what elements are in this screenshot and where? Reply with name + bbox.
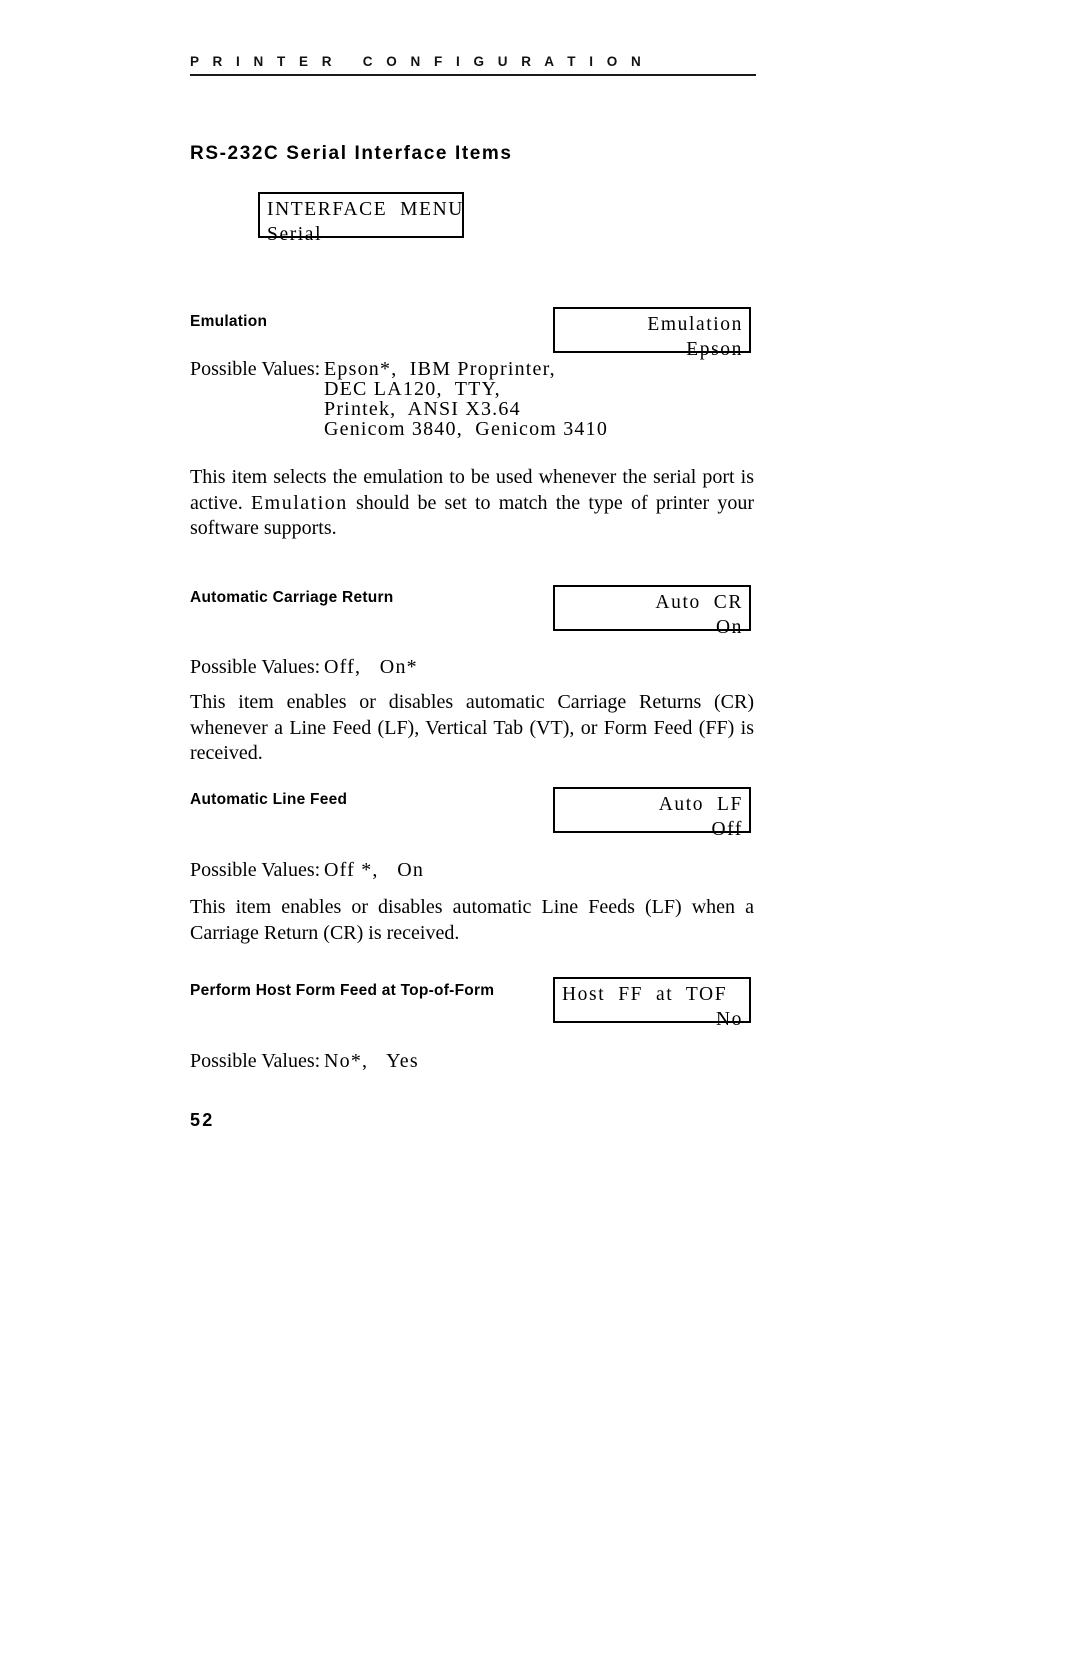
lcd-line-1: Emulation: [647, 314, 743, 335]
possible-values-emulation: Possible Values: Epson*, IBM Proprinter, …: [190, 359, 608, 439]
possible-values-line: Epson*, IBM Proprinter,: [324, 358, 556, 380]
possible-values-label: Possible Values:: [190, 358, 321, 380]
possible-values-line: Genicom 3840, Genicom 3410: [324, 418, 609, 440]
lcd-line-2: On: [715, 617, 743, 638]
running-head: P R I N T E R C O N F I G U R A T I O N: [190, 54, 756, 76]
running-head-text: P R I N T E R C O N F I G U R A T I O N: [190, 54, 646, 69]
description-emphasis: Emulation: [250, 491, 348, 514]
item-heading-automatic-carriage-return: Automatic Carriage Return: [190, 589, 394, 606]
lcd-display-host-ff-at-tof: Host FF at TOF No: [553, 977, 751, 1030]
description-emulation: This item selects the emulation to be us…: [190, 465, 754, 542]
possible-values-line: Off, On*: [324, 656, 418, 678]
lcd-line-1: Auto CR: [655, 592, 743, 613]
possible-values-label: Possible Values:: [190, 1050, 321, 1072]
page-title: RS-232C Serial Interface Items: [190, 143, 513, 164]
description-automatic-line-feed: This item enables or disables automatic …: [190, 896, 754, 944]
lcd-line-2: No: [715, 1009, 743, 1030]
lcd-display-emulation: Emulation Epson: [553, 307, 751, 360]
possible-values-line: Off *, On: [324, 859, 425, 881]
possible-values-automatic-carriage-return: Possible Values: Off, On*: [190, 657, 418, 677]
possible-values-automatic-line-feed: Possible Values: Off *, On: [190, 860, 424, 880]
page-number: 52: [190, 1110, 215, 1130]
possible-values-label: Possible Values:: [190, 859, 321, 881]
possible-values-perform-host-form-feed: Possible Values: No*, Yes: [190, 1051, 419, 1071]
lcd-line-1: INTERFACE MENU: [267, 199, 464, 220]
lcd-line-2: Off: [711, 819, 743, 840]
running-head-rule: [190, 74, 756, 76]
description-automatic-carriage-return: This item enables or disables automatic …: [190, 691, 754, 764]
lcd-line-1: Host FF at TOF: [562, 984, 728, 1005]
lcd-display-interface-menu: INTERFACE MENU Serial: [258, 192, 464, 245]
possible-values-line: DEC LA120, TTY,: [324, 378, 501, 400]
lcd-display-auto-cr: Auto CR On: [553, 585, 751, 638]
lcd-line-1: Auto LF: [658, 794, 743, 815]
item-heading-perform-host-form-feed: Perform Host Form Feed at Top-of-Form: [190, 982, 495, 999]
item-heading-automatic-line-feed: Automatic Line Feed: [190, 791, 348, 808]
item-heading-emulation: Emulation: [190, 313, 268, 330]
document-page: P R I N T E R C O N F I G U R A T I O N …: [0, 0, 1080, 1669]
possible-values-line: No*, Yes: [324, 1050, 419, 1072]
possible-values-label: Possible Values:: [190, 656, 321, 678]
lcd-line-2: Serial: [267, 224, 323, 245]
possible-values-line: Printek, ANSI X3.64: [324, 398, 521, 420]
lcd-display-auto-lf: Auto LF Off: [553, 787, 751, 840]
